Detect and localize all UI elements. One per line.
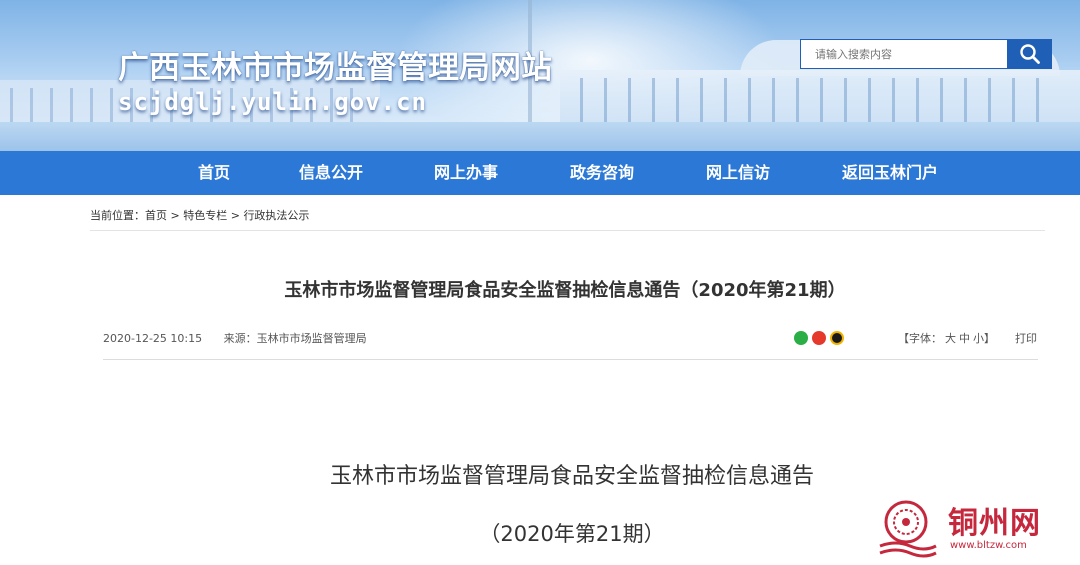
banner-water [0, 122, 1080, 151]
breadcrumb-featured[interactable]: 特色专栏 [183, 209, 227, 222]
breadcrumb-divider [90, 230, 1045, 231]
watermark: 铜州网 www.bltzw.com [876, 496, 1076, 562]
article-source: 玉林市市场监督管理局 [256, 332, 367, 345]
font-size-close: 】 [984, 332, 995, 345]
nav-item-online-services[interactable]: 网上办事 [434, 151, 498, 195]
breadcrumb: 当前位置：首页 > 特色专栏 > 行政执法公示 [90, 207, 309, 223]
watermark-text: 铜州网 [948, 506, 1041, 541]
font-size-small[interactable]: 小 [973, 332, 984, 345]
watermark-logo-icon [879, 500, 937, 558]
search-box [800, 39, 1008, 69]
breadcrumb-prefix: 当前位置： [90, 209, 145, 222]
article-meta: 2020-12-25 10:15 来源：玉林市市场监督管理局 [103, 330, 367, 346]
breadcrumb-home[interactable]: 首页 [145, 209, 167, 222]
font-size-medium[interactable]: 中 [959, 332, 970, 345]
header-banner: 广西玉林市市场监督管理局网站 scjdglj.yulin.gov.cn [0, 0, 1080, 151]
weibo-icon[interactable] [812, 331, 826, 345]
nav-item-yulin-portal[interactable]: 返回玉林门户 [842, 151, 938, 195]
body-heading: 玉林市市场监督管理局食品安全监督抽检信息通告 [329, 464, 814, 489]
font-size-large[interactable]: 大 [945, 332, 956, 345]
article-date: 2020-12-25 10:15 [103, 332, 203, 345]
watermark-url: www.bltzw.com [950, 540, 1027, 551]
font-size-label: 【字体： [898, 332, 942, 345]
qq-icon[interactable] [830, 331, 844, 345]
breadcrumb-enforcement[interactable]: 行政执法公示 [243, 209, 309, 222]
article-title: 玉林市市场监督管理局食品安全监督抽检信息通告（2020年第21期） [284, 280, 846, 301]
search-input[interactable] [801, 40, 1008, 68]
article-source-label: 来源： [223, 332, 257, 345]
breadcrumb-separator: > [170, 209, 180, 222]
font-size-control: 【字体：大中小】 [898, 330, 995, 346]
wechat-icon[interactable] [794, 331, 808, 345]
nav-item-home[interactable]: 首页 [198, 151, 230, 195]
site-domain: scjdglj.yulin.gov.cn [118, 88, 427, 116]
banner-pillars-right [580, 78, 1060, 128]
search-button[interactable] [1007, 39, 1052, 69]
nav-item-info-disclosure[interactable]: 信息公开 [299, 151, 363, 195]
share-icons [794, 331, 844, 345]
meta-divider [103, 359, 1038, 360]
nav-item-online-petition[interactable]: 网上信访 [706, 151, 770, 195]
main-nav: 首页 信息公开 网上办事 政务咨询 网上信访 返回玉林门户 [0, 151, 1080, 195]
breadcrumb-separator: > [230, 209, 240, 222]
print-link[interactable]: 打印 [1015, 330, 1037, 346]
site-title: 广西玉林市市场监督管理局网站 [118, 50, 552, 86]
nav-item-consultation[interactable]: 政务咨询 [570, 151, 634, 195]
search-icon [1019, 44, 1040, 64]
